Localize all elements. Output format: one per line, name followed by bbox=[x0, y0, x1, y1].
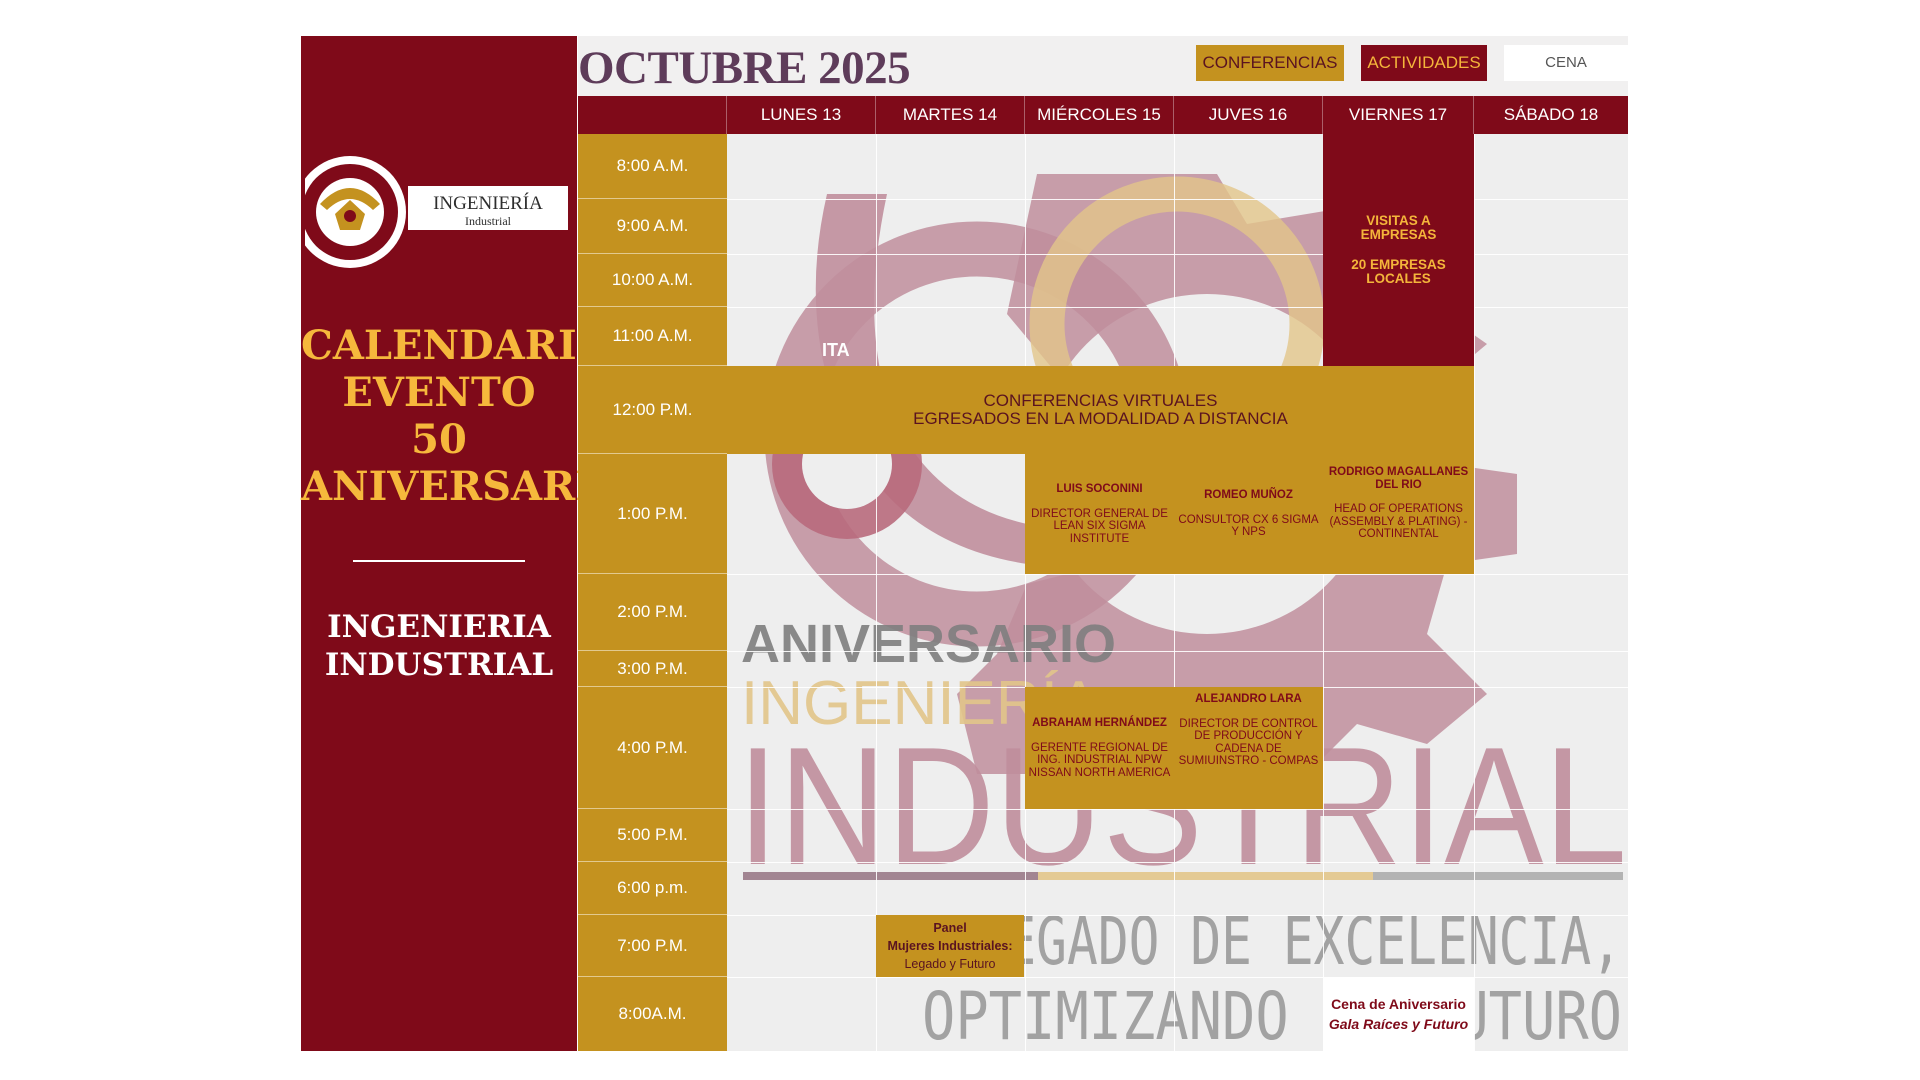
event-line: Mujeres Industriales: bbox=[887, 939, 1013, 953]
legend-conferencias: CONFERENCIAS bbox=[1196, 45, 1344, 81]
speaker-name: ALEJANDRO LARA bbox=[1195, 693, 1302, 705]
event-speaker-lara[interactable]: ALEJANDRO LARA DIRECTOR DE CONTROL DE PR… bbox=[1174, 687, 1323, 809]
sidebar-divider bbox=[353, 560, 525, 562]
subtitle-line: INGENIERIA bbox=[327, 609, 551, 645]
event-line: EMPRESAS bbox=[1360, 227, 1437, 242]
speaker-name: LUIS SOCONINI bbox=[1056, 483, 1143, 495]
day-header-thursday: JUVES 16 bbox=[1174, 96, 1323, 134]
ingenieria-industrial-logo: INGENIERÍA Industrial bbox=[294, 152, 573, 272]
event-line: LOCALES bbox=[1366, 271, 1431, 286]
event-line: EGRESADOS EN LA MODALIDAD A DISTANCIA bbox=[913, 409, 1288, 428]
event-line: Panel bbox=[933, 921, 967, 935]
speaker-role: HEAD OF OPERATIONS (ASSEMBLY & PLATING) … bbox=[1329, 503, 1468, 540]
time-slot: 8:00A.M. bbox=[578, 977, 727, 1051]
grid-line bbox=[727, 307, 1628, 308]
speaker-role: CONSULTOR CX 6 SIGMA Y NPS bbox=[1178, 513, 1319, 539]
speaker-name: ROMEO MUÑOZ bbox=[1204, 489, 1293, 502]
day-header-saturday: SÁBADO 18 bbox=[1474, 96, 1628, 134]
grid-line bbox=[727, 199, 1628, 200]
time-slot: 11:00 A.M. bbox=[578, 307, 727, 366]
day-header-wednesday: MIÉRCOLES 15 bbox=[1025, 96, 1174, 134]
speaker-role: DIRECTOR GENERAL DE LEAN SIX SIGMA INSTI… bbox=[1031, 507, 1168, 545]
title-line: ANIVERSARIO bbox=[301, 463, 629, 510]
speaker-role: GERENTE REGIONAL DE ING. INDUSTRIAL NPW … bbox=[1028, 741, 1171, 779]
grid-line bbox=[727, 862, 1628, 863]
calendar-title: CALENDARIO EVENTO 50 ANIVERSARIO bbox=[301, 322, 629, 510]
time-slot: 3:00 P.M. bbox=[578, 651, 727, 687]
time-slot: 10:00 A.M. bbox=[578, 254, 727, 307]
header-corner bbox=[578, 96, 727, 134]
event-line: Legado y Futuro bbox=[904, 957, 996, 971]
day-header-friday: VIERNES 17 bbox=[1323, 96, 1474, 134]
time-slot: 9:00 A.M. bbox=[578, 199, 727, 254]
logo-text-top: INGENIERÍA bbox=[433, 192, 543, 214]
event-cena-aniversario[interactable]: Cena de Aniversario Gala Raíces y Futuro bbox=[1323, 977, 1474, 1051]
event-line: VISITAS A bbox=[1366, 213, 1431, 228]
event-speaker-munoz[interactable]: ROMEO MUÑOZ CONSULTOR CX 6 SIGMA Y NPS bbox=[1174, 454, 1323, 574]
time-slot: 7:00 P.M. bbox=[578, 915, 727, 977]
month-title: OCTUBRE 2025 bbox=[578, 42, 911, 94]
event-speaker-soconini[interactable]: LUIS SOCONINI DIRECTOR GENERAL DE LEAN S… bbox=[1025, 454, 1174, 574]
subtitle-line: INDUSTRIAL bbox=[324, 647, 554, 683]
grid-line bbox=[727, 574, 1628, 575]
event-line: Cena de Aniversario bbox=[1331, 996, 1466, 1012]
title-line: 50 bbox=[411, 416, 467, 463]
logo-text-bottom: Industrial bbox=[465, 214, 512, 228]
time-slot: 6:00 p.m. bbox=[578, 862, 727, 915]
event-speaker-magallanes[interactable]: RODRIGO MAGALLANES DEL RIO HEAD OF OPERA… bbox=[1323, 454, 1474, 574]
time-slot: 2:00 P.M. bbox=[578, 574, 727, 651]
event-line: 20 EMPRESAS bbox=[1351, 257, 1446, 272]
time-slot: 4:00 P.M. bbox=[578, 687, 727, 809]
event-conferencias-virtuales[interactable]: CONFERENCIAS VIRTUALES EGRESADOS EN LA M… bbox=[727, 366, 1474, 454]
day-header-monday: LUNES 13 bbox=[727, 96, 876, 134]
event-panel-mujeres[interactable]: Panel Mujeres Industriales: Legado y Fut… bbox=[876, 915, 1024, 977]
event-line: CONFERENCIAS VIRTUALES bbox=[983, 391, 1218, 410]
time-slot: 1:00 P.M. bbox=[578, 454, 727, 574]
speaker-name: ABRAHAM HERNÁNDEZ bbox=[1032, 717, 1167, 729]
speaker-role: DIRECTOR DE CONTROL DE PRODUCCIÓN Y CADE… bbox=[1178, 717, 1319, 768]
grid-line bbox=[727, 809, 1628, 810]
event-line: Gala Raíces y Futuro bbox=[1328, 1016, 1469, 1032]
time-slot: 12:00 P.M. bbox=[578, 366, 727, 454]
grid-line bbox=[727, 915, 1628, 916]
day-header-tuesday: MARTES 14 bbox=[876, 96, 1025, 134]
grid-line bbox=[727, 977, 1628, 978]
event-speaker-hernandez[interactable]: ABRAHAM HERNÁNDEZ GERENTE REGIONAL DE IN… bbox=[1025, 687, 1174, 809]
grid-line bbox=[727, 254, 1628, 255]
time-slot: 5:00 P.M. bbox=[578, 809, 727, 862]
title-line: CALENDARIO bbox=[301, 322, 612, 369]
grid-line bbox=[727, 651, 1628, 652]
time-slot: 8:00 A.M. bbox=[578, 134, 727, 199]
legend-cena: CENA bbox=[1504, 45, 1628, 81]
title-line: EVENTO bbox=[342, 369, 536, 416]
department-title: INGENIERIA INDUSTRIAL bbox=[301, 608, 577, 684]
speaker-name: RODRIGO MAGALLANES DEL RIO bbox=[1328, 466, 1469, 491]
event-visitas-empresas[interactable]: VISITAS A EMPRESAS 20 EMPRESAS LOCALES bbox=[1323, 134, 1474, 366]
legend-actividades: ACTIVIDADES bbox=[1361, 45, 1487, 81]
